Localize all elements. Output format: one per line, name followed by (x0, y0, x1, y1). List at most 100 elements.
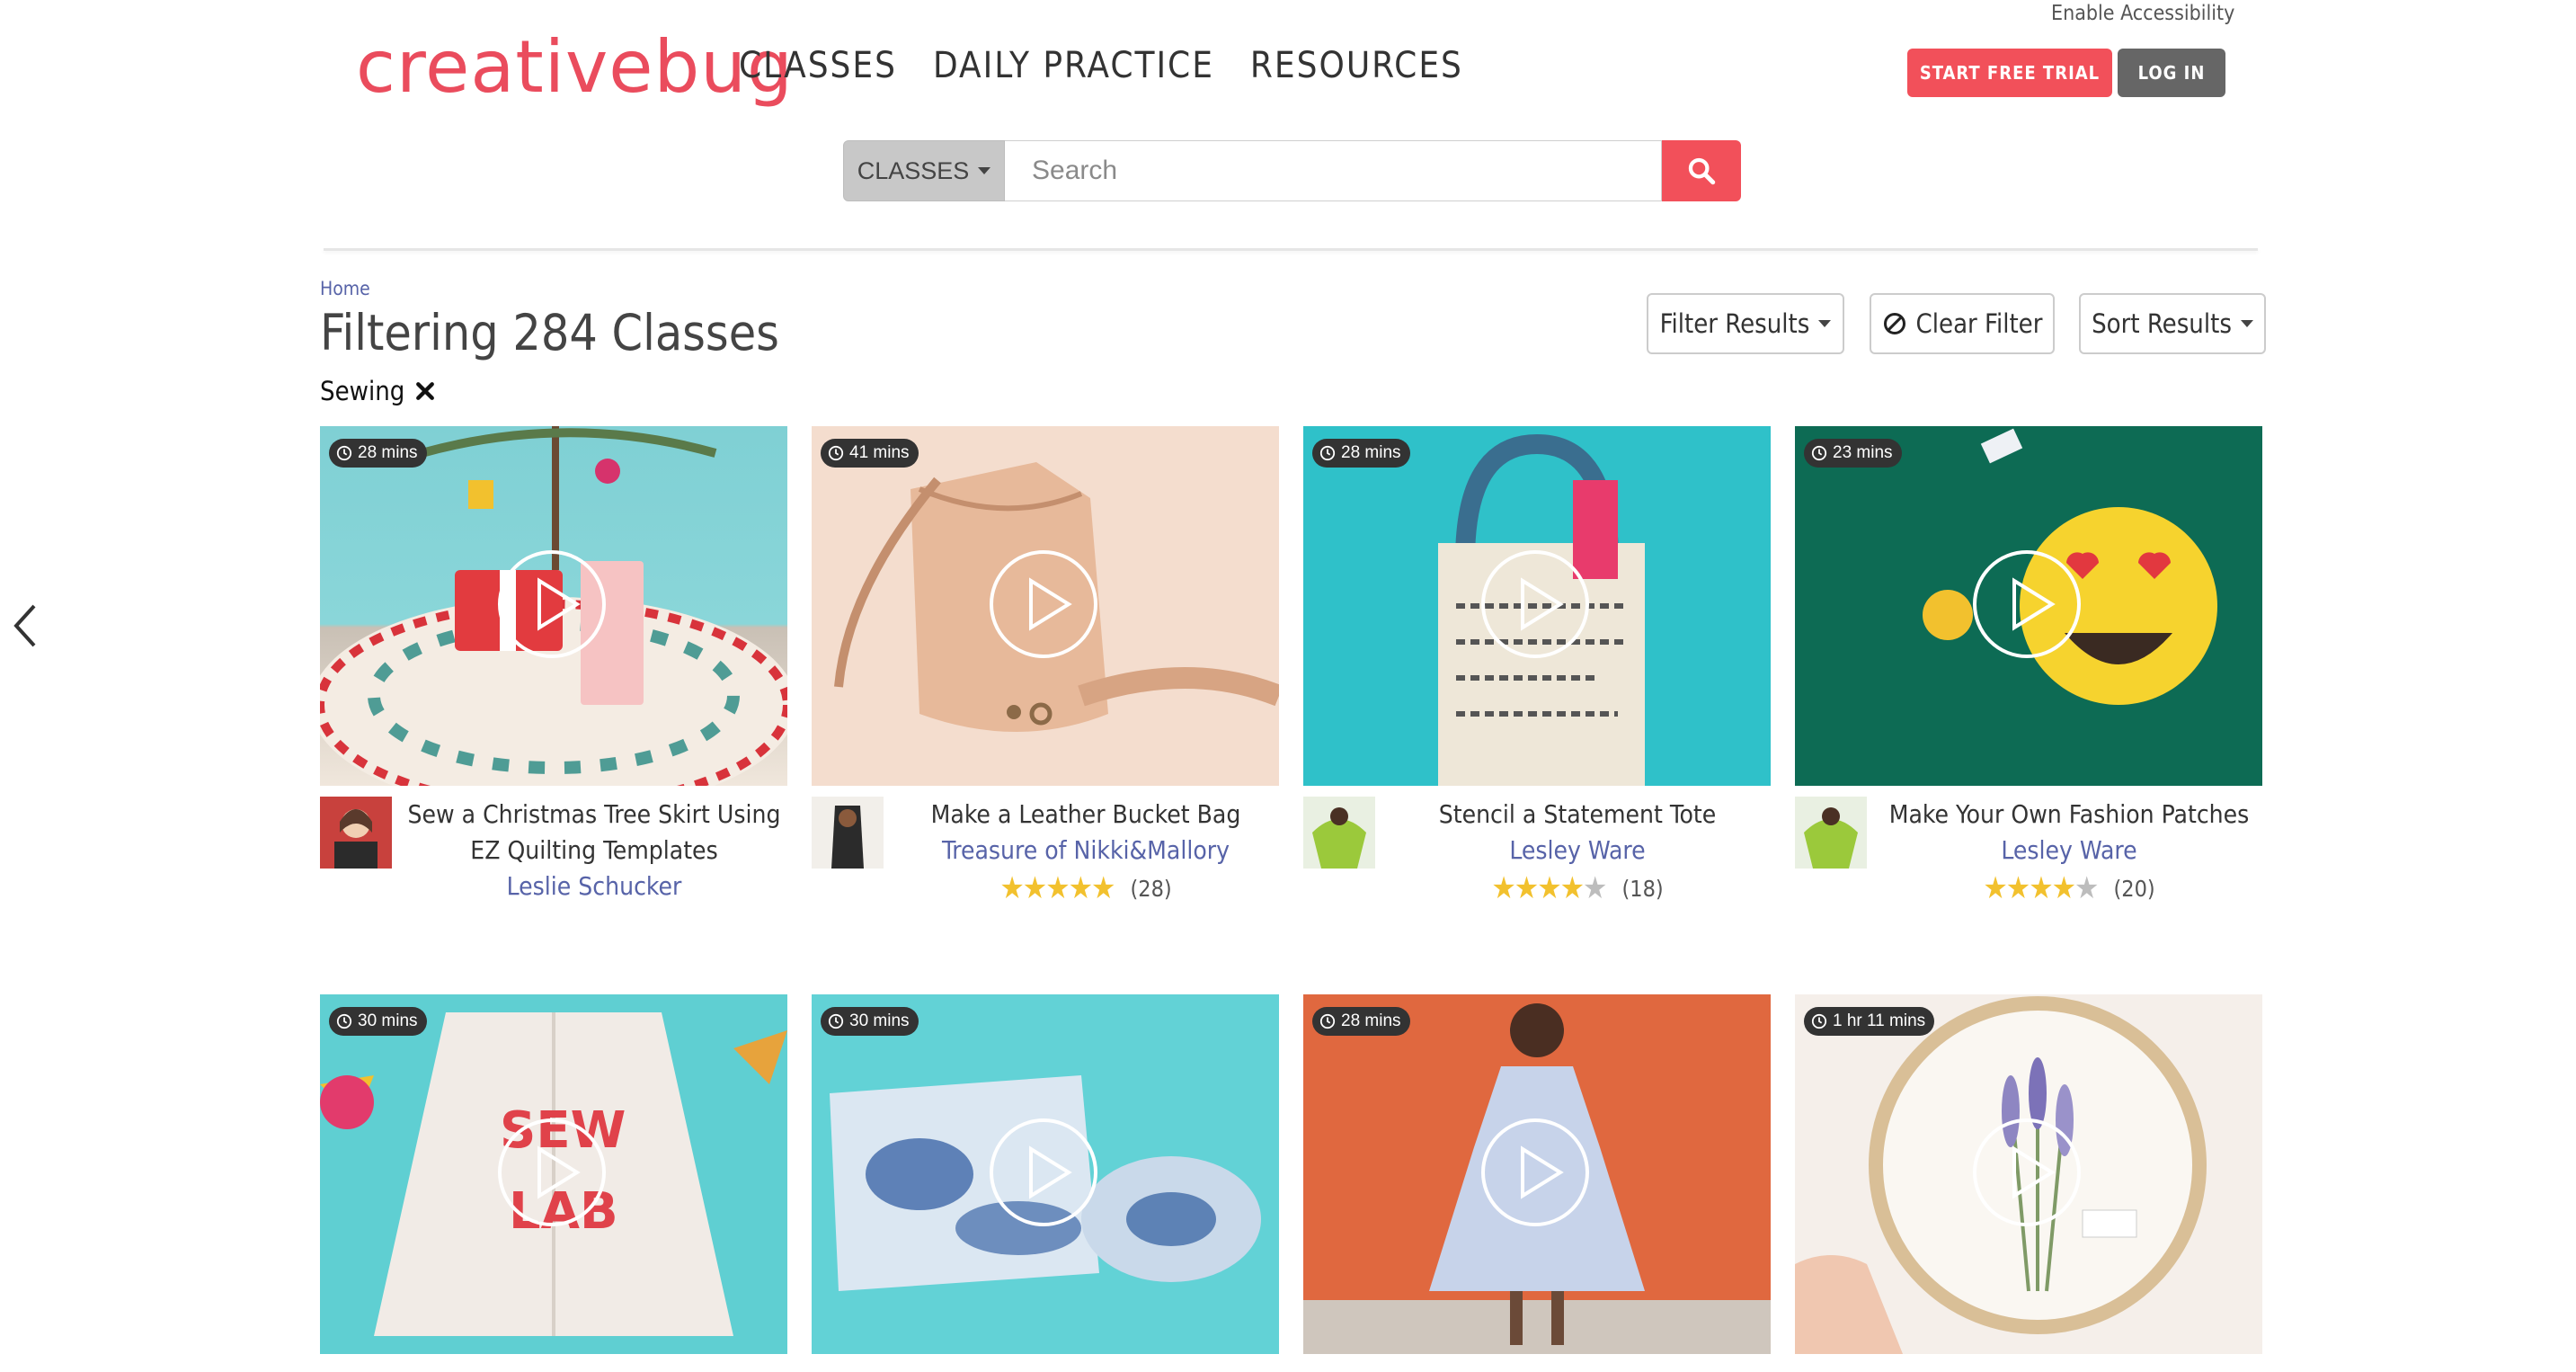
class-rating: ★★★★★ (20) (1876, 872, 2262, 904)
breadcrumb-home[interactable]: Home (320, 278, 370, 299)
clear-filter-button[interactable]: Clear Filter (1870, 293, 2055, 354)
enable-accessibility-link[interactable]: Enable Accessibility (2051, 2, 2234, 25)
duration-badge: 41 mins (821, 439, 919, 468)
filter-results-button[interactable]: Filter Results (1647, 293, 1844, 354)
play-icon[interactable] (496, 1117, 608, 1228)
duration-badge: 1 hr 11 mins (1804, 1007, 1935, 1036)
start-free-trial-button[interactable]: START FREE TRIAL (1907, 49, 2112, 97)
duration-badge: 23 mins (1804, 439, 1902, 468)
play-icon[interactable] (1971, 1117, 2083, 1228)
clock-icon (1811, 445, 1827, 461)
search-category-label: CLASSES (857, 156, 970, 184)
sort-results-label: Sort Results (2092, 308, 2232, 339)
clock-icon (1319, 445, 1336, 461)
class-thumbnail[interactable]: 28 mins (320, 426, 787, 786)
duration-badge: 28 mins (329, 439, 427, 468)
page-title: Filtering 284 Classes (320, 304, 779, 361)
nav-resources[interactable]: RESOURCES (1250, 45, 1463, 86)
class-thumbnail[interactable]: SEW LAB 30 mins (320, 994, 787, 1354)
instructor-avatar[interactable] (320, 797, 392, 869)
class-card[interactable]: 30 mins (812, 994, 1279, 1354)
duration-badge: 30 mins (329, 1007, 427, 1036)
class-card[interactable]: 28 mins (1303, 994, 1771, 1354)
class-card[interactable]: 1 hr 11 mins (1795, 994, 2262, 1354)
play-icon[interactable] (988, 548, 1099, 660)
chevron-down-icon (1818, 320, 1832, 327)
instructor-name[interactable]: Lesley Ware (1384, 833, 1771, 869)
chevron-down-icon (2240, 320, 2253, 327)
class-title[interactable]: Sew a Christmas Tree Skirt Using EZ Quil… (401, 797, 787, 869)
search-bar: CLASSES (843, 140, 1741, 201)
duration-badge: 30 mins (821, 1007, 919, 1036)
class-card[interactable]: 23 mins Make Your Own Fashion Patches Le… (1795, 426, 2262, 913)
active-filter-chip: Sewing (320, 376, 435, 406)
class-card[interactable]: 28 mins Stencil a Statement Tote Lesley … (1303, 426, 1771, 913)
class-card[interactable]: SEW LAB 30 mins (320, 994, 787, 1354)
carousel-prev-button[interactable] (9, 601, 41, 655)
class-thumbnail[interactable]: 30 mins (812, 994, 1279, 1354)
header-divider (324, 248, 2258, 251)
instructor-name[interactable]: Treasure of Nikki&Mallory (893, 833, 1279, 869)
duration-label: 28 mins (1341, 1011, 1401, 1030)
instructor-avatar[interactable] (1303, 797, 1375, 869)
review-count: (18) (1621, 875, 1664, 902)
instructor-name[interactable]: Leslie Schucker (401, 869, 787, 904)
duration-label: 1 hr 11 mins (1833, 1011, 1926, 1030)
filter-results-label: Filter Results (1659, 308, 1810, 339)
class-thumbnail[interactable]: 28 mins (1303, 426, 1771, 786)
play-icon[interactable] (1479, 548, 1591, 660)
class-thumbnail[interactable]: 41 mins (812, 426, 1279, 786)
log-in-button[interactable]: LOG IN (2118, 49, 2225, 97)
duration-badge: 28 mins (1312, 439, 1410, 468)
duration-label: 41 mins (849, 443, 910, 462)
play-icon[interactable] (496, 548, 608, 660)
star-rating-icon: ★★★★★ (1983, 870, 2099, 906)
chevron-down-icon (978, 167, 991, 174)
play-icon[interactable] (1479, 1117, 1591, 1228)
review-count: (20) (2113, 875, 2155, 902)
clock-icon (336, 1013, 352, 1029)
duration-badge: 28 mins (1312, 1007, 1410, 1036)
active-filter-label: Sewing (320, 376, 405, 406)
class-thumbnail[interactable]: 1 hr 11 mins (1795, 994, 2262, 1354)
duration-label: 28 mins (1341, 443, 1401, 462)
star-rating-icon: ★★★★★ (999, 870, 1115, 906)
clear-filter-label: Clear Filter (1915, 308, 2043, 339)
duration-label: 28 mins (358, 443, 418, 462)
clock-icon (828, 445, 844, 461)
nav-classes[interactable]: CLASSES (739, 45, 897, 86)
creativebug-logo[interactable]: creativebug (356, 27, 794, 108)
class-title[interactable]: Make a Leather Bucket Bag (893, 797, 1279, 833)
play-icon[interactable] (1971, 548, 2083, 660)
instructor-name[interactable]: Lesley Ware (1876, 833, 2262, 869)
clock-icon (1319, 1013, 1336, 1029)
nav-daily-practice[interactable]: DAILY PRACTICE (933, 45, 1214, 86)
class-card[interactable]: 28 mins Sew a Christmas Tree Skirt Using… (320, 426, 787, 913)
class-thumbnail[interactable]: 28 mins (1303, 994, 1771, 1354)
star-rating-icon: ★★★★★ (1491, 870, 1607, 906)
clock-icon (828, 1013, 844, 1029)
remove-filter-icon[interactable] (415, 381, 435, 401)
class-rating: ★★★★★ (18) (1384, 872, 1771, 904)
search-input[interactable] (1005, 140, 1662, 201)
ban-icon (1883, 312, 1905, 335)
search-category-dropdown[interactable]: CLASSES (843, 140, 1005, 201)
class-title[interactable]: Make Your Own Fashion Patches (1876, 797, 2262, 833)
review-count: (28) (1130, 875, 1172, 902)
class-thumbnail[interactable]: 23 mins (1795, 426, 2262, 786)
class-card[interactable]: 41 mins Make a Leather Bucket Bag Treasu… (812, 426, 1279, 913)
search-button[interactable] (1662, 140, 1741, 201)
sort-results-button[interactable]: Sort Results (2079, 293, 2266, 354)
duration-label: 23 mins (1833, 443, 1893, 462)
class-rating: ★★★★★ (28) (893, 872, 1279, 904)
instructor-avatar[interactable] (812, 797, 884, 869)
class-title[interactable]: Stencil a Statement Tote (1384, 797, 1771, 833)
clock-icon (1811, 1013, 1827, 1029)
search-icon (1688, 157, 1716, 185)
play-icon[interactable] (988, 1117, 1099, 1228)
chevron-left-icon (13, 604, 36, 647)
instructor-avatar[interactable] (1795, 797, 1867, 869)
duration-label: 30 mins (358, 1011, 418, 1030)
main-nav: CLASSES DAILY PRACTICE RESOURCES (739, 45, 1463, 86)
clock-icon (336, 445, 352, 461)
